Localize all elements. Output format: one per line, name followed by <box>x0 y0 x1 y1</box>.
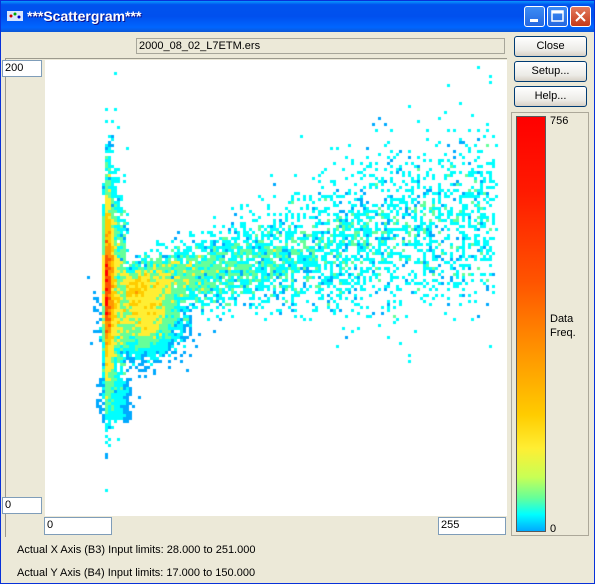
x-min-field[interactable]: 0 <box>44 517 112 535</box>
maximize-icon <box>551 10 564 22</box>
window-title: ***Scattergram*** <box>27 8 142 24</box>
minimize-icon <box>530 19 538 22</box>
filename-display: 2000_08_02_L7ETM.ers <box>136 38 505 54</box>
close-button[interactable]: Close <box>514 36 587 57</box>
legend-min-label: 0 <box>550 523 557 535</box>
y-min-field[interactable]: 0 <box>2 497 42 514</box>
y-max-field[interactable]: 200 <box>2 60 42 77</box>
x-max-field[interactable]: 255 <box>438 517 506 535</box>
maximize-button[interactable] <box>547 6 568 27</box>
scatter-density-canvas <box>45 60 507 516</box>
scattergram-window: ***Scattergram*** 2000_08_02_L7ETM.ers 2… <box>0 0 595 584</box>
close-icon <box>575 11 586 22</box>
app-icon <box>7 11 23 21</box>
title-bar[interactable]: ***Scattergram*** <box>1 1 594 32</box>
scatter-plot-area[interactable] <box>45 60 507 516</box>
y-axis-info: Actual Y Axis (B4) Input limits: 17.000 … <box>17 567 256 579</box>
legend-title-line2: Freq. <box>550 327 576 339</box>
color-scale-bar <box>516 116 546 532</box>
setup-button[interactable]: Setup... <box>514 61 587 82</box>
window-close-button[interactable] <box>570 6 591 27</box>
legend-title-line1: Data <box>550 313 574 325</box>
help-button[interactable]: Help... <box>514 86 587 107</box>
legend-max-label: 756 <box>550 115 569 127</box>
x-axis-info: Actual X Axis (B3) Input limits: 28.000 … <box>17 544 256 556</box>
minimize-button[interactable] <box>524 6 545 27</box>
